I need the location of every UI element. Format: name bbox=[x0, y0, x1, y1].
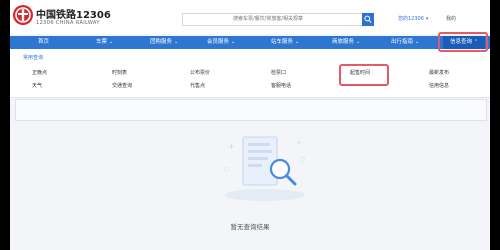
nav-item-member[interactable]: 会员服务 ⌄ bbox=[207, 36, 235, 49]
search-button[interactable] bbox=[362, 13, 374, 26]
account-link[interactable]: 您的12306 ▾ bbox=[398, 15, 428, 22]
nav-item-label: 出行指南 bbox=[391, 39, 414, 45]
top-header: 中国铁路12306 12306 CHINA RAILWAY 您的12306▾ 我… bbox=[10, 0, 490, 34]
dropdown-item-credit[interactable]: 信用信息 bbox=[429, 82, 449, 89]
search-box bbox=[182, 13, 374, 26]
nav-item-business[interactable]: 商旅服务 ⌄ bbox=[332, 36, 360, 49]
my-link[interactable]: 我的 bbox=[446, 15, 456, 22]
dropdown-item-delay[interactable]: 正晚点 bbox=[32, 69, 47, 76]
results-header-box bbox=[15, 99, 487, 121]
dropdown-item-timetable[interactable]: 时刻表 bbox=[112, 69, 127, 76]
letterbox-right bbox=[490, 0, 500, 250]
annotation-highlight-sale-time bbox=[339, 64, 389, 86]
nav-item-group[interactable]: 团购服务 ⌄ bbox=[150, 36, 178, 49]
nav-item-label: 车票 bbox=[96, 39, 108, 45]
railway-logo-icon[interactable] bbox=[13, 5, 33, 25]
nav-item-label: 团购服务 bbox=[150, 39, 173, 45]
chevron-down-icon: ⌄ bbox=[295, 39, 300, 45]
annotation-highlight-nav bbox=[438, 32, 488, 52]
nav-item-label: 商旅服务 bbox=[332, 39, 355, 45]
nav-item-label: 站车服务 bbox=[271, 39, 294, 45]
nav-item-home[interactable]: 首页 bbox=[38, 36, 49, 49]
svg-text:+: + bbox=[228, 142, 235, 151]
svg-text:+: + bbox=[296, 139, 302, 147]
dropdown-section-title: 常用查询 bbox=[23, 55, 44, 61]
dropdown-item-transport[interactable]: 交通查询 bbox=[112, 82, 132, 89]
app-window: 中国铁路12306 12306 CHINA RAILWAY 您的12306▾ 我… bbox=[10, 0, 490, 250]
empty-results-message: 暂无查询结果 bbox=[230, 223, 270, 231]
chevron-down-icon: ▾ bbox=[425, 16, 429, 22]
search-input[interactable] bbox=[183, 14, 353, 25]
dropdown-item-gate[interactable]: 检票口 bbox=[271, 69, 286, 76]
dropdown-item-agents[interactable]: 代售点 bbox=[190, 82, 205, 89]
letterbox-left bbox=[0, 0, 10, 250]
nav-item-guide[interactable]: 出行指南 ⌄ bbox=[391, 36, 419, 49]
nav-item-tickets[interactable]: 车票 ⌄ bbox=[96, 36, 113, 49]
brand-title: 中国铁路12306 bbox=[36, 10, 111, 21]
chevron-down-icon: ⌄ bbox=[415, 39, 420, 45]
svg-text:○: ○ bbox=[224, 166, 229, 173]
svg-text:○: ○ bbox=[300, 156, 305, 163]
dropdown-item-fares[interactable]: 公布票价 bbox=[190, 69, 210, 76]
nav-item-label: 首页 bbox=[38, 39, 50, 45]
dropdown-item-latest[interactable]: 最新发布 bbox=[429, 69, 449, 76]
brand-subtitle: 12306 CHINA RAILWAY bbox=[36, 20, 100, 26]
chevron-down-icon: ⌄ bbox=[231, 39, 236, 45]
search-icon bbox=[364, 15, 372, 23]
info-query-dropdown bbox=[10, 49, 490, 98]
chevron-down-icon: ⌄ bbox=[109, 39, 114, 45]
empty-results-illustration-icon: + + ○ ○ bbox=[224, 136, 305, 201]
dropdown-item-weather[interactable]: 天气 bbox=[32, 82, 42, 89]
chevron-down-icon: ⌄ bbox=[356, 39, 361, 45]
dropdown-item-hotline[interactable]: 客服电话 bbox=[271, 82, 291, 89]
account-link-label: 您的12306 bbox=[398, 16, 424, 22]
chevron-down-icon: ⌄ bbox=[174, 39, 179, 45]
nav-item-station[interactable]: 站车服务 ⌄ bbox=[271, 36, 299, 49]
nav-item-label: 会员服务 bbox=[207, 39, 230, 45]
main-nav: 首页 车票 ⌄ 团购服务 ⌄ 会员服务 ⌄ 站车服务 ⌄ 商旅服务 ⌄ 出行指南 ⌄ 信息查… bbox=[10, 36, 490, 49]
